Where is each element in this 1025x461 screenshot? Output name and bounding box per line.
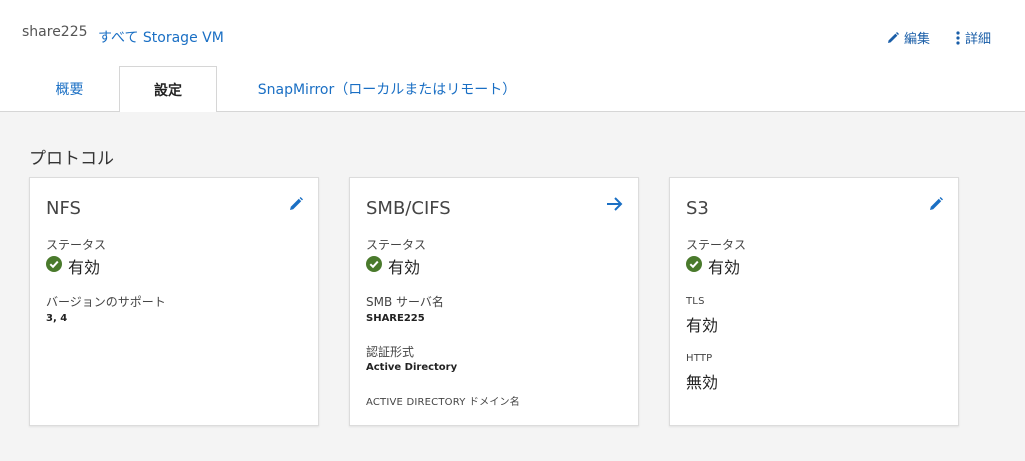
arrow-right-icon[interactable] bbox=[606, 196, 624, 216]
all-storage-vms-link[interactable]: すべて Storage VM bbox=[98, 27, 224, 47]
page-header: share225 すべて Storage VM 編集 詳細 概要 設定 Snap… bbox=[0, 0, 1025, 113]
s3-status-label: ステータス bbox=[686, 238, 747, 252]
smb-status: 有効 bbox=[366, 254, 420, 278]
storage-vm-name: share225 bbox=[22, 24, 88, 40]
pencil-icon[interactable] bbox=[928, 196, 944, 216]
smb-status-label: ステータス bbox=[366, 238, 427, 252]
check-circle-icon bbox=[46, 256, 62, 276]
nfs-version-value: 3, 4 bbox=[46, 313, 68, 324]
smb-status-value: 有効 bbox=[388, 258, 421, 277]
s3-http-label: HTTP bbox=[686, 353, 713, 364]
card-title-smb: SMB/CIFS bbox=[366, 198, 451, 219]
check-circle-icon bbox=[686, 256, 702, 276]
tab-snapmirror[interactable]: SnapMirror（ローカルまたはリモート） bbox=[232, 66, 542, 112]
check-circle-icon bbox=[366, 256, 382, 276]
tab-overview[interactable]: 概要 bbox=[20, 66, 119, 112]
tab-bar: 概要 設定 SnapMirror（ローカルまたはリモート） bbox=[0, 66, 1025, 113]
nfs-status: 有効 bbox=[46, 254, 100, 278]
protocol-card-smb: SMB/CIFS ステータス 有効 SMB サーバ名 SHARE225 認証形式… bbox=[349, 177, 639, 426]
smb-server-label: SMB サーバ名 bbox=[366, 295, 444, 309]
edit-button[interactable]: 編集 bbox=[886, 28, 930, 47]
card-title-nfs: NFS bbox=[46, 198, 81, 219]
smb-auth-value: Active Directory bbox=[366, 362, 458, 373]
smb-auth-label: 認証形式 bbox=[366, 345, 415, 359]
edit-label: 編集 bbox=[904, 32, 931, 47]
s3-status: 有効 bbox=[686, 254, 740, 278]
nfs-version-label: バージョンのサポート bbox=[46, 295, 166, 309]
nfs-status-value: 有効 bbox=[68, 258, 101, 277]
pencil-icon bbox=[886, 31, 900, 45]
detail-label: 詳細 bbox=[965, 32, 992, 47]
s3-http-value: 無効 bbox=[686, 373, 719, 392]
tab-settings[interactable]: 設定 bbox=[119, 66, 217, 113]
next-section-title-cutoff bbox=[29, 454, 69, 461]
nfs-status-label: ステータス bbox=[46, 238, 107, 252]
smb-server-value: SHARE225 bbox=[366, 313, 425, 324]
card-title-s3: S3 bbox=[686, 198, 709, 219]
section-title-protocols: プロトコル bbox=[29, 149, 114, 169]
kebab-vertical-icon bbox=[955, 30, 961, 45]
s3-status-value: 有効 bbox=[708, 258, 741, 277]
s3-tls-value: 有効 bbox=[686, 316, 719, 335]
pencil-icon[interactable] bbox=[288, 196, 304, 216]
settings-content: プロトコル NFS ステータス 有効 バージョンのサポート 3, 4 SMB/C… bbox=[0, 112, 1025, 461]
protocol-card-nfs: NFS ステータス 有効 バージョンのサポート 3, 4 bbox=[29, 177, 319, 426]
protocol-card-s3: S3 ステータス 有効 TLS 有効 HTTP 無効 bbox=[669, 177, 959, 426]
s3-tls-label: TLS bbox=[686, 296, 705, 307]
smb-domain-label: ACTIVE DIRECTORY ドメイン名 bbox=[366, 397, 520, 408]
detail-menu-button[interactable]: 詳細 bbox=[955, 28, 991, 47]
